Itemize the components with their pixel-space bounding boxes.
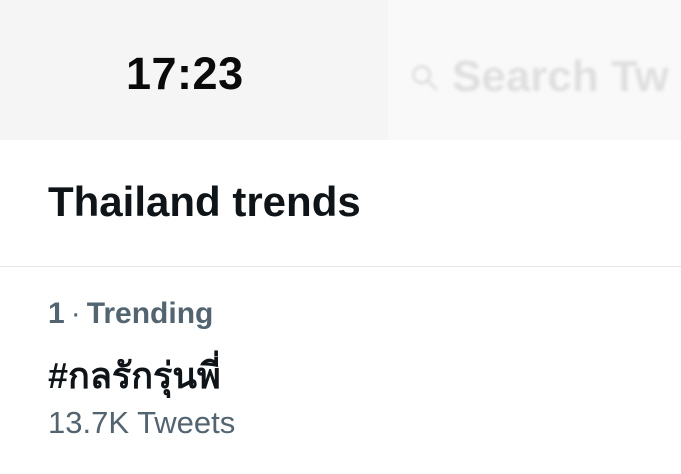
status-clock: 17:23: [126, 48, 244, 99]
search-icon: [412, 65, 438, 91]
search-bar-ghost[interactable]: Search Tw: [410, 52, 669, 102]
trend-category: Trending: [86, 297, 214, 330]
trend-name[interactable]: #กลรักรุ่นพี่: [48, 347, 221, 404]
trend-item[interactable]: 1 · Trending #กลรักรุ่นพี่ 13.7K Tweets: [0, 267, 681, 474]
status-bar: 17:23 Search Tw: [0, 0, 681, 140]
trend-tweet-count: 13.7K Tweets: [48, 405, 236, 440]
trend-meta: 1 · Trending: [48, 297, 213, 331]
search-placeholder: Search Tw: [452, 52, 669, 101]
trend-rank: 1: [48, 297, 65, 330]
trend-separator: ·: [70, 297, 81, 330]
page-title: Thailand trends: [48, 178, 361, 225]
